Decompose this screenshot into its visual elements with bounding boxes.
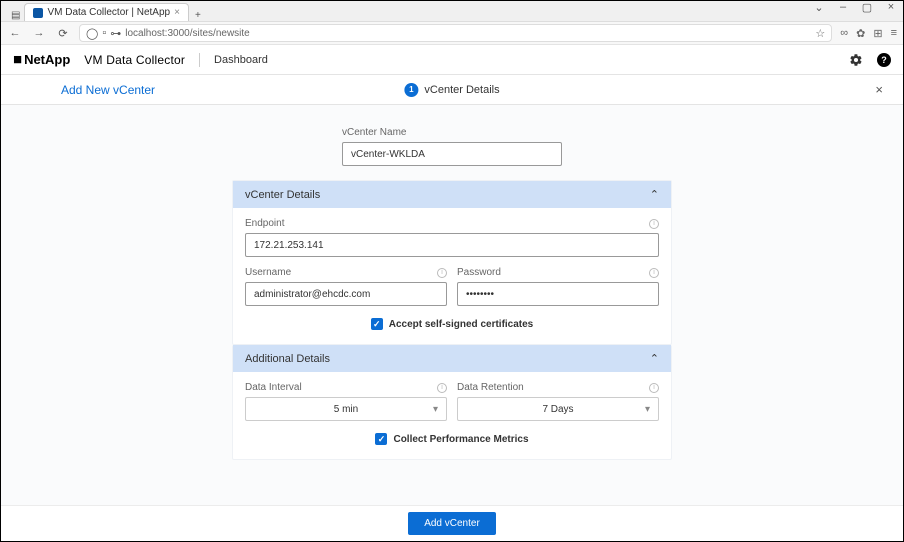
wizard-title: Add New vCenter [61, 83, 155, 97]
add-vcenter-button[interactable]: Add vCenter [408, 512, 496, 535]
url-field[interactable]: ◯ ▫ ⊶ localhost:3000/sites/newsite ☆ [79, 24, 832, 42]
tab-list-icon[interactable]: ▤ [7, 10, 24, 21]
panel-additional-details-header[interactable]: Additional Details ⌃ [233, 345, 671, 372]
username-label: Username [245, 267, 291, 278]
bookmark-star-icon[interactable]: ☆ [815, 27, 825, 40]
collect-metrics-label: Collect Performance Metrics [393, 434, 528, 445]
panel-additional-details: Additional Details ⌃ Data Interval i 5 m… [232, 345, 672, 460]
info-icon[interactable]: i [437, 268, 447, 278]
wizard-close-icon[interactable]: × [875, 82, 883, 97]
extension-icon[interactable]: ✿ [856, 27, 865, 40]
vcenter-name-label: vCenter Name [342, 127, 562, 138]
nav-forward-button[interactable]: → [31, 25, 47, 41]
window-controls: ⌄ – ▢ × [811, 1, 899, 14]
new-tab-button[interactable]: + [189, 10, 207, 21]
browser-tab-active[interactable]: VM Data Collector | NetApp × [24, 3, 189, 21]
panel-vcenter-details-title: vCenter Details [245, 189, 320, 201]
settings-gear-icon[interactable] [849, 53, 863, 67]
data-retention-value: 7 Days [542, 404, 573, 415]
tab-strip: ▤ VM Data Collector | NetApp × + [1, 1, 207, 21]
panel-additional-details-body: Data Interval i 5 min Data Retention i 7… [233, 372, 671, 459]
network-icon: ⊶ [110, 27, 121, 40]
info-icon[interactable]: i [649, 219, 659, 229]
tab-close-icon[interactable]: × [174, 7, 180, 18]
wizard-bar: Add New vCenter 1 vCenter Details × [1, 75, 903, 105]
password-label: Password [457, 267, 501, 278]
info-icon[interactable]: i [649, 268, 659, 278]
hamburger-menu-icon[interactable]: ≡ [891, 27, 897, 40]
wizard-step-badge: 1 [404, 83, 418, 97]
netapp-logo: NetApp [13, 51, 70, 68]
app-name: VM Data Collector [84, 53, 185, 67]
endpoint-label: Endpoint [245, 218, 284, 229]
shield-icon: ◯ [86, 27, 98, 40]
endpoint-input[interactable] [245, 233, 659, 257]
tab-title: VM Data Collector | NetApp [47, 7, 170, 18]
account-icon[interactable]: ⊞ [873, 27, 882, 40]
data-interval-value: 5 min [334, 404, 358, 415]
info-icon[interactable]: i [649, 383, 659, 393]
panel-additional-details-title: Additional Details [245, 353, 330, 365]
chevron-up-icon: ⌃ [650, 188, 659, 201]
panel-vcenter-details-body: Endpoint i Username i Password i [233, 208, 671, 344]
wizard-step-label: vCenter Details [424, 84, 499, 96]
window-minimize-icon[interactable]: – [835, 1, 851, 14]
window-close-icon[interactable]: × [883, 1, 899, 14]
nav-reload-button[interactable]: ⟳ [55, 25, 71, 41]
help-icon[interactable]: ? [877, 53, 891, 67]
url-text: localhost:3000/sites/newsite [125, 28, 250, 39]
divider [199, 53, 200, 67]
accept-cert-checkbox[interactable]: ✓ [371, 318, 383, 330]
password-input[interactable] [457, 282, 659, 306]
data-retention-select[interactable]: 7 Days [457, 397, 659, 421]
page-icon: ▫ [102, 27, 106, 39]
panel-vcenter-details: vCenter Details ⌃ Endpoint i Username i [232, 180, 672, 345]
data-interval-label: Data Interval [245, 382, 302, 393]
data-interval-select[interactable]: 5 min [245, 397, 447, 421]
infinity-icon[interactable]: ∞ [840, 27, 848, 40]
vcenter-name-input[interactable] [342, 142, 562, 166]
chevron-up-icon: ⌃ [650, 352, 659, 365]
info-icon[interactable]: i [437, 383, 447, 393]
username-input[interactable] [245, 282, 447, 306]
panel-vcenter-details-header[interactable]: vCenter Details ⌃ [233, 181, 671, 208]
collect-metrics-checkbox[interactable]: ✓ [375, 433, 387, 445]
window-restore-icon[interactable]: ▢ [859, 1, 875, 14]
tab-favicon-icon [33, 8, 43, 18]
footer-bar: Add vCenter [1, 505, 903, 541]
address-bar: ← → ⟳ ◯ ▫ ⊶ localhost:3000/sites/newsite… [1, 21, 903, 45]
breadcrumb[interactable]: Dashboard [214, 54, 268, 66]
window-more-icon[interactable]: ⌄ [811, 1, 827, 14]
app-header: NetApp VM Data Collector Dashboard ? [1, 45, 903, 75]
accept-cert-label: Accept self-signed certificates [389, 319, 534, 330]
wizard-step-indicator: 1 vCenter Details [404, 83, 499, 97]
data-retention-label: Data Retention [457, 382, 524, 393]
page-content: vCenter Name vCenter Details ⌃ Endpoint … [1, 105, 903, 507]
nav-back-button[interactable]: ← [7, 25, 23, 41]
browser-titlebar: ▤ VM Data Collector | NetApp × + ⌄ – ▢ × [1, 1, 903, 21]
